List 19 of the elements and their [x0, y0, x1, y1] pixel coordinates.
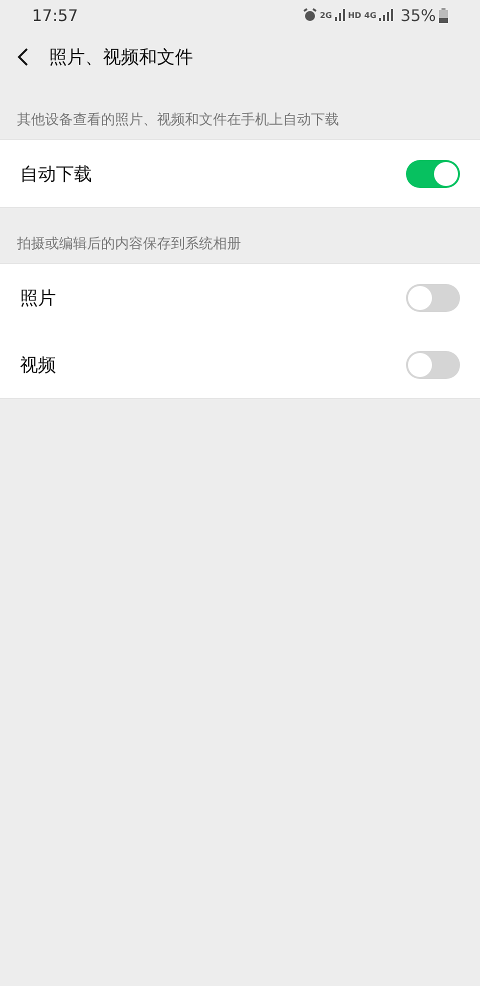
setting-label: 照片 [20, 286, 56, 310]
battery-icon [439, 8, 448, 22]
network-label: 2G [320, 10, 332, 20]
signal-icon [379, 9, 394, 21]
toggle-switch[interactable] [406, 160, 460, 188]
setting-label: 自动下载 [20, 162, 92, 186]
alarm-icon [302, 8, 317, 22]
section-caption: 拍摄或编辑后的内容保存到系统相册 [16, 235, 242, 254]
toggle-switch[interactable] [406, 284, 460, 312]
hd-label: HD [348, 10, 362, 20]
page-title: 照片、视频和文件 [49, 46, 193, 69]
toggle-switch[interactable] [406, 350, 460, 378]
setting-label: 视频 [20, 354, 56, 376]
section-caption: 其他设备查看的照片、视频和文件在手机上自动下载 [16, 111, 340, 130]
status-time: 17:57 [32, 6, 78, 24]
network-label: 4G [364, 10, 376, 20]
battery-level: 35% [400, 6, 436, 24]
back-icon[interactable] [17, 47, 29, 67]
signal-icon [334, 9, 345, 21]
